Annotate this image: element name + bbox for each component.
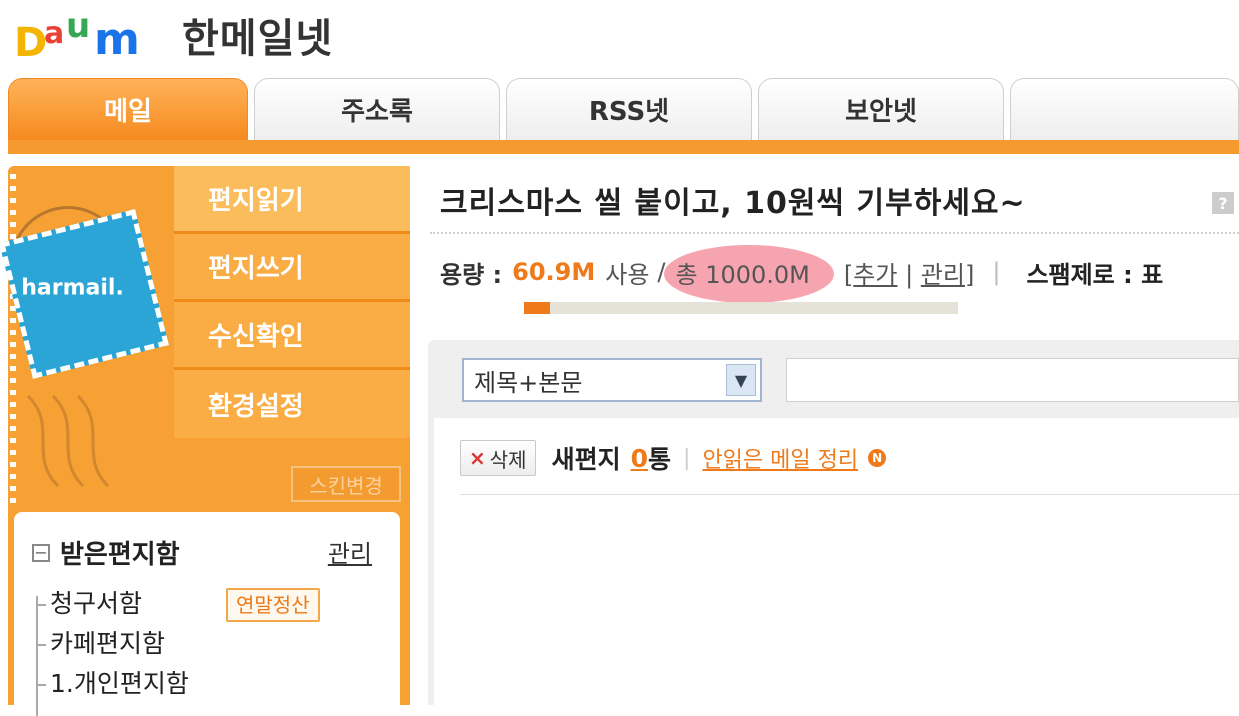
folder-manage-link[interactable]: 관리 — [328, 534, 372, 569]
delete-label: 삭제 — [489, 447, 527, 472]
mail-menu: 편지읽기 편지쓰기 수신확인 환경설정 — [174, 166, 410, 438]
search-scope-value: 제목+본문 — [474, 368, 583, 397]
daum-logo[interactable]: D a u m 한메일넷 — [14, 6, 334, 66]
quota-manage-link[interactable]: 관리 — [921, 261, 965, 289]
delete-button[interactable]: × 삭제 — [460, 440, 536, 476]
new-mail-count[interactable]: 0 — [631, 444, 648, 473]
main-tabs: 메일 주소록 RSS넷 보안넷 — [8, 78, 1239, 142]
folder-cafe[interactable]: 카페편지함 — [36, 624, 189, 664]
mail-panel: 제목+본문 ▼ × 삭제 새편지 0 통 | 안읽은 메일 정리 N — [428, 340, 1239, 705]
dotted-divider — [430, 232, 1239, 234]
quota-total: 총 1000.0M — [663, 244, 834, 303]
left-sidebar: harmail. 편지읽기 편지쓰기 수신확인 환경설정 스킨변경 − 받은편지… — [0, 166, 410, 716]
collapse-icon[interactable]: − — [32, 543, 50, 562]
stamp-text: harmail. — [21, 275, 124, 301]
quota-used: 60.9M — [512, 258, 596, 286]
folder-panel: − 받은편지함 관리 청구서함 연말정산 카페편지함 1.개인편지함 — [14, 512, 400, 716]
spam-zero-label: 스팸제로 : 표 — [1026, 260, 1164, 289]
quota-links: [추가 | 관리] — [843, 260, 975, 289]
perforation-dots — [10, 174, 16, 504]
list-separator — [460, 494, 1239, 495]
quota-info: 용량 : 60.9M 사용 / 총 1000.0M [추가 | 관리] | 스팸… — [440, 244, 1164, 303]
quota-usage-bar — [524, 302, 958, 314]
folder-tree: 청구서함 연말정산 카페편지함 1.개인편지함 — [36, 584, 320, 716]
quota-total-text: 총 1000.0M — [675, 260, 810, 289]
logo-letter-d: D — [14, 20, 48, 66]
chevron-down-icon[interactable]: ▼ — [726, 364, 756, 396]
help-icon[interactable]: ? — [1212, 192, 1234, 214]
logo-letter-m: m — [94, 14, 140, 65]
new-badge-icon: N — [868, 449, 887, 467]
logo-letter-u: u — [66, 6, 91, 46]
mail-list-area: × 삭제 새편지 0 통 | 안읽은 메일 정리 N — [434, 418, 1239, 705]
folder-label[interactable]: 청구서함 — [50, 589, 142, 618]
service-title: 한메일넷 — [182, 16, 334, 62]
tab-rss[interactable]: RSS넷 — [506, 78, 752, 140]
new-mail-label: 새편지 — [551, 445, 621, 474]
quota-usage-fill — [524, 302, 551, 314]
menu-settings[interactable]: 환경설정 — [174, 370, 410, 438]
tab-security[interactable]: 보안넷 — [758, 78, 1004, 140]
inbox-title[interactable]: 받은편지함 — [60, 534, 180, 571]
quota-label: 용량 : — [440, 260, 503, 289]
folder-label[interactable]: 카페편지함 — [50, 629, 165, 658]
search-scope-select[interactable]: 제목+본문 ▼ — [462, 358, 762, 402]
promo-banner-text[interactable]: 크리스마스 씰 붙이고, 10원씩 기부하세요~ — [440, 178, 1026, 222]
menu-read-mail[interactable]: 편지읽기 — [174, 166, 410, 234]
daum-logo-mark: D a u m — [14, 6, 164, 66]
postmark-wavy-lines — [26, 394, 110, 488]
logo-letter-a: a — [44, 16, 65, 51]
menu-write-mail[interactable]: 편지쓰기 — [174, 234, 410, 302]
tab-underline — [8, 140, 1239, 154]
tab-mail[interactable]: 메일 — [8, 78, 248, 140]
skin-change-button[interactable]: 스킨변경 — [291, 466, 401, 502]
stamp-decoration: harmail. — [0, 166, 174, 511]
search-input[interactable] — [786, 358, 1239, 402]
year-end-tax-badge[interactable]: 연말정산 — [226, 588, 320, 622]
tab-address-book[interactable]: 주소록 — [254, 78, 500, 140]
unread-cleanup-link[interactable]: 안읽은 메일 정리 — [702, 442, 858, 474]
quota-use-word: 사용 — [605, 260, 650, 289]
delete-x-icon: × — [469, 446, 486, 470]
folder-personal[interactable]: 1.개인편지함 — [36, 664, 189, 704]
menu-read-receipt[interactable]: 수신확인 — [174, 302, 410, 370]
folder-bills[interactable]: 청구서함 연말정산 — [36, 584, 320, 624]
inbox-header: − 받은편지함 — [32, 534, 180, 571]
tab-more[interactable] — [1010, 78, 1239, 140]
mail-toolbar: × 삭제 새편지 0 통 | 안읽은 메일 정리 N — [460, 440, 887, 476]
divider: | — [992, 258, 1001, 286]
folder-label[interactable]: 1.개인편지함 — [50, 669, 189, 698]
quota-add-link[interactable]: 추가 — [853, 261, 897, 289]
count-unit: 통 — [648, 445, 672, 474]
divider: | — [683, 445, 691, 471]
